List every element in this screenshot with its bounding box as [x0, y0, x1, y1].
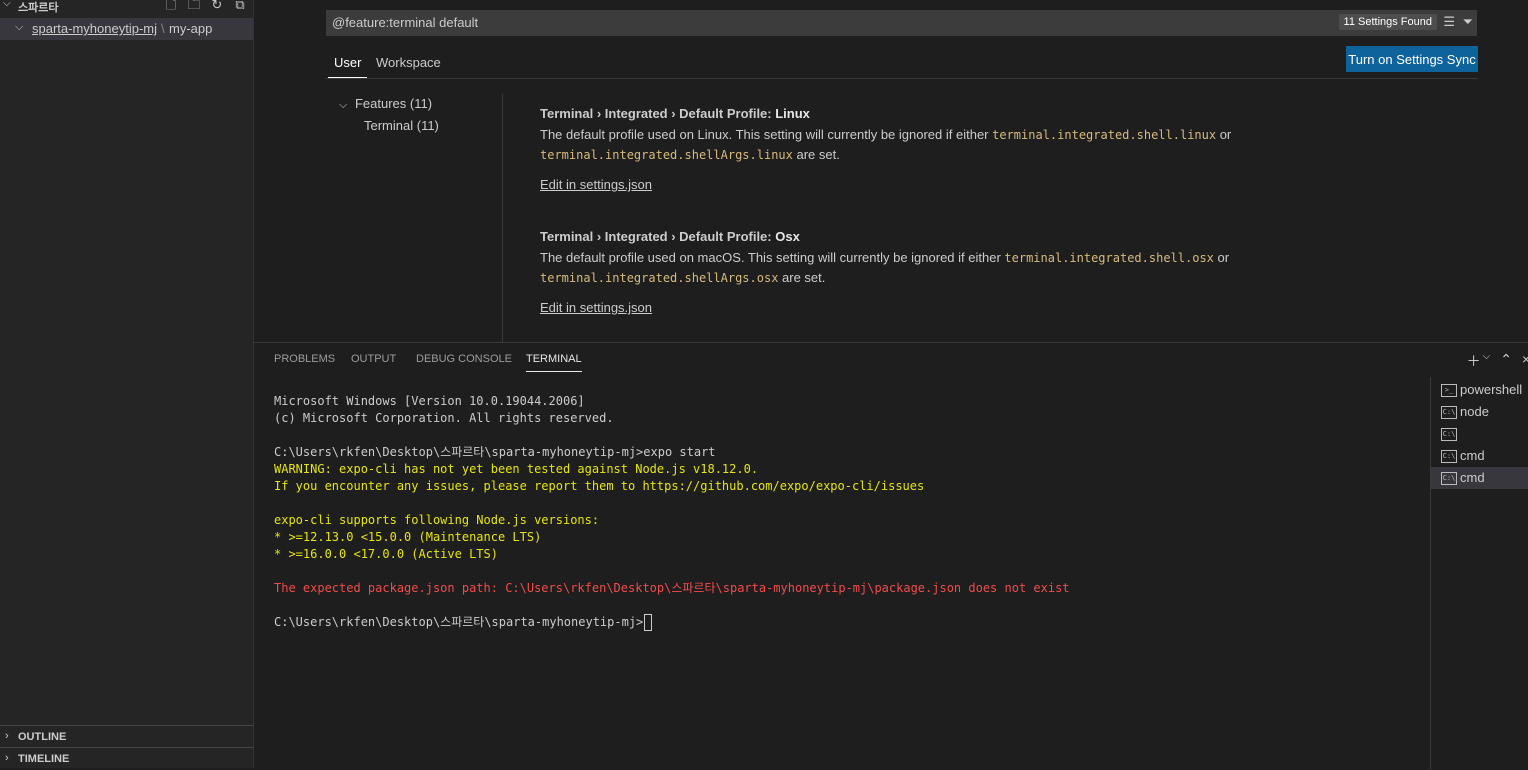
explorer-title: 스파르타	[18, 2, 59, 14]
tab-workspace[interactable]: Workspace	[376, 55, 441, 70]
tab-output[interactable]: OUTPUT	[351, 353, 396, 365]
terminal-output[interactable]: Microsoft Windows [Version 10.0.19044.20…	[274, 393, 1070, 631]
terminal-line: expo-cli supports following Node.js vers…	[274, 513, 600, 527]
path-separator: \	[161, 21, 165, 36]
clear-filter-icon[interactable]: ☰	[1443, 14, 1455, 30]
toc-divider	[502, 94, 503, 342]
terminal-line: WARNING: expo-cli has not yet been teste…	[274, 462, 759, 476]
terminal-item[interactable]: C:\ cmd	[1431, 445, 1528, 467]
explorer-header: ⌵ 스파르타 🗋 🗀 ↻ ⧉	[0, 0, 253, 14]
toc-terminal[interactable]: Terminal (11)	[364, 118, 439, 133]
terminal-icon: C:\	[1441, 428, 1457, 441]
terminal-icon: C:\	[1441, 472, 1457, 485]
terminal-item-label: cmd	[1460, 448, 1485, 463]
close-panel-icon[interactable]: ×	[1522, 351, 1528, 371]
results-count-badge: 11 Settings Found	[1338, 14, 1437, 30]
desc-text: are set.	[778, 270, 826, 285]
desc-text: are set.	[792, 147, 840, 162]
search-query[interactable]: @feature:terminal default	[332, 15, 478, 30]
folder-name[interactable]: sparta-myhoneytip-mj	[32, 21, 157, 36]
chevron-right-icon: ›	[5, 752, 9, 764]
terminal-line: Microsoft Windows [Version 10.0.19044.20…	[274, 394, 585, 408]
settings-editor: @feature:terminal default 11 Settings Fo…	[254, 0, 1528, 342]
toc-features[interactable]: ⌵ Features (11)	[339, 96, 432, 112]
terminal-line: (c) Microsoft Corporation. All rights re…	[274, 411, 614, 425]
setting-name: Linux	[775, 106, 810, 121]
setting-item-osx: Terminal › Integrated › Default Profile:…	[540, 229, 1300, 315]
folder-tree-row[interactable]: ⌵ sparta-myhoneytip-mj \ my-app	[0, 18, 253, 40]
setting-category: Terminal › Integrated › Default Profile:	[540, 106, 776, 121]
toc-features-label: Features (11)	[354, 96, 433, 111]
setting-description: The default profile used on macOS. This …	[540, 248, 1300, 288]
tab-terminal[interactable]: TERMINAL	[526, 353, 582, 372]
terminal-line: The expected package.json path: C:\Users…	[274, 581, 1070, 595]
setting-category: Terminal › Integrated › Default Profile:	[540, 229, 776, 244]
tab-debug-console[interactable]: DEBUG CONSOLE	[416, 353, 512, 365]
terminal-item[interactable]: C:\ node	[1431, 401, 1528, 423]
terminal-icon: C:\	[1441, 450, 1457, 463]
terminal-item[interactable]: C:\	[1431, 423, 1528, 445]
terminal-item[interactable]: >_ powershell	[1431, 379, 1528, 401]
settings-scope-tabs: User Workspace	[326, 50, 1478, 79]
panel-toolbar: ＋ ⌵ ⌃ ×	[1467, 351, 1528, 371]
subfolder-name[interactable]: my-app	[169, 21, 212, 36]
collapse-all-icon[interactable]: ⧉	[233, 0, 247, 12]
terminal-line: * >=12.13.0 <15.0.0 (Maintenance LTS)	[274, 530, 542, 544]
setting-name: Osx	[775, 229, 800, 244]
powershell-icon: >_	[1441, 384, 1457, 397]
setting-item-linux: Terminal › Integrated › Default Profile:…	[540, 106, 1300, 192]
settings-sync-button[interactable]: Turn on Settings Sync	[1346, 46, 1478, 72]
settings-search-input[interactable]: @feature:terminal default 11 Settings Fo…	[326, 10, 1477, 36]
setting-description: The default profile used on Linux. This …	[540, 125, 1300, 165]
cursor	[644, 614, 653, 631]
terminal-item-label: powershell	[1460, 382, 1523, 397]
chevron-down-icon: ⌵	[339, 99, 348, 111]
maximize-panel-icon[interactable]: ⌃	[1500, 351, 1512, 371]
terminal-item-label: node	[1460, 404, 1489, 419]
outline-label: OUTLINE	[18, 731, 67, 743]
tab-user[interactable]: User	[327, 55, 369, 78]
terminal-list: >_ powershell C:\ node C:\ C:\ cmd C:\ c…	[1430, 377, 1528, 769]
code-ref: terminal.integrated.shellArgs.osx	[540, 271, 779, 285]
terminal-line: C:\Users\rkfen\Desktop\스파르타\sparta-myhon…	[274, 445, 716, 459]
edit-in-settings-json-link[interactable]: Edit in settings.json	[540, 300, 652, 315]
terminal-line: C:\Users\rkfen\Desktop\스파르타\sparta-myhon…	[274, 614, 1070, 631]
terminal-line: If you encounter any issues, please repo…	[274, 479, 925, 493]
desc-text: The default profile used on Linux. This …	[540, 127, 993, 142]
desc-text: or	[1216, 127, 1232, 142]
setting-title: Terminal › Integrated › Default Profile:…	[540, 106, 1300, 121]
tab-problems[interactable]: PROBLEMS	[274, 353, 335, 365]
filter-icon[interactable]: ⏷	[1463, 14, 1473, 30]
refresh-icon[interactable]: ↻	[210, 0, 224, 12]
desc-text: or	[1213, 250, 1230, 265]
edit-in-settings-json-link[interactable]: Edit in settings.json	[540, 177, 652, 192]
new-terminal-icon[interactable]: ＋	[1467, 351, 1481, 371]
timeline-label: TIMELINE	[18, 753, 70, 765]
code-ref: terminal.integrated.shell.linux	[992, 128, 1217, 142]
outline-section[interactable]: › OUTLINE	[0, 725, 253, 748]
code-ref: terminal.integrated.shellArgs.linux	[540, 148, 793, 162]
terminal-line: * >=16.0.0 <17.0.0 (Active LTS)	[274, 547, 498, 561]
desc-text: The default profile used on macOS. This …	[540, 250, 1005, 265]
terminal-item[interactable]: C:\ cmd	[1431, 467, 1528, 489]
timeline-section[interactable]: › TIMELINE	[0, 747, 253, 770]
setting-title: Terminal › Integrated › Default Profile:…	[540, 229, 1300, 244]
chevron-down-icon[interactable]: ⌵	[1483, 351, 1491, 371]
explorer-toolbar: 🗋 🗀 ↻ ⧉	[164, 0, 247, 12]
explorer-sidebar: ⌵ 스파르타 🗋 🗀 ↻ ⧉ ⌵ sparta-myhoneytip-mj \ …	[0, 0, 254, 768]
chevron-down-icon[interactable]: ⌵	[3, 0, 11, 9]
new-folder-icon[interactable]: 🗀	[187, 0, 201, 12]
chevron-down-icon: ⌵	[15, 21, 24, 33]
terminal-item-label: cmd	[1460, 470, 1485, 485]
terminal-icon: C:\	[1441, 406, 1457, 419]
bottom-panel: PROBLEMS OUTPUT DEBUG CONSOLE TERMINAL ＋…	[254, 342, 1528, 769]
code-ref: terminal.integrated.shell.osx	[1004, 251, 1214, 265]
new-file-icon[interactable]: 🗋	[164, 0, 178, 12]
chevron-right-icon: ›	[5, 730, 9, 742]
